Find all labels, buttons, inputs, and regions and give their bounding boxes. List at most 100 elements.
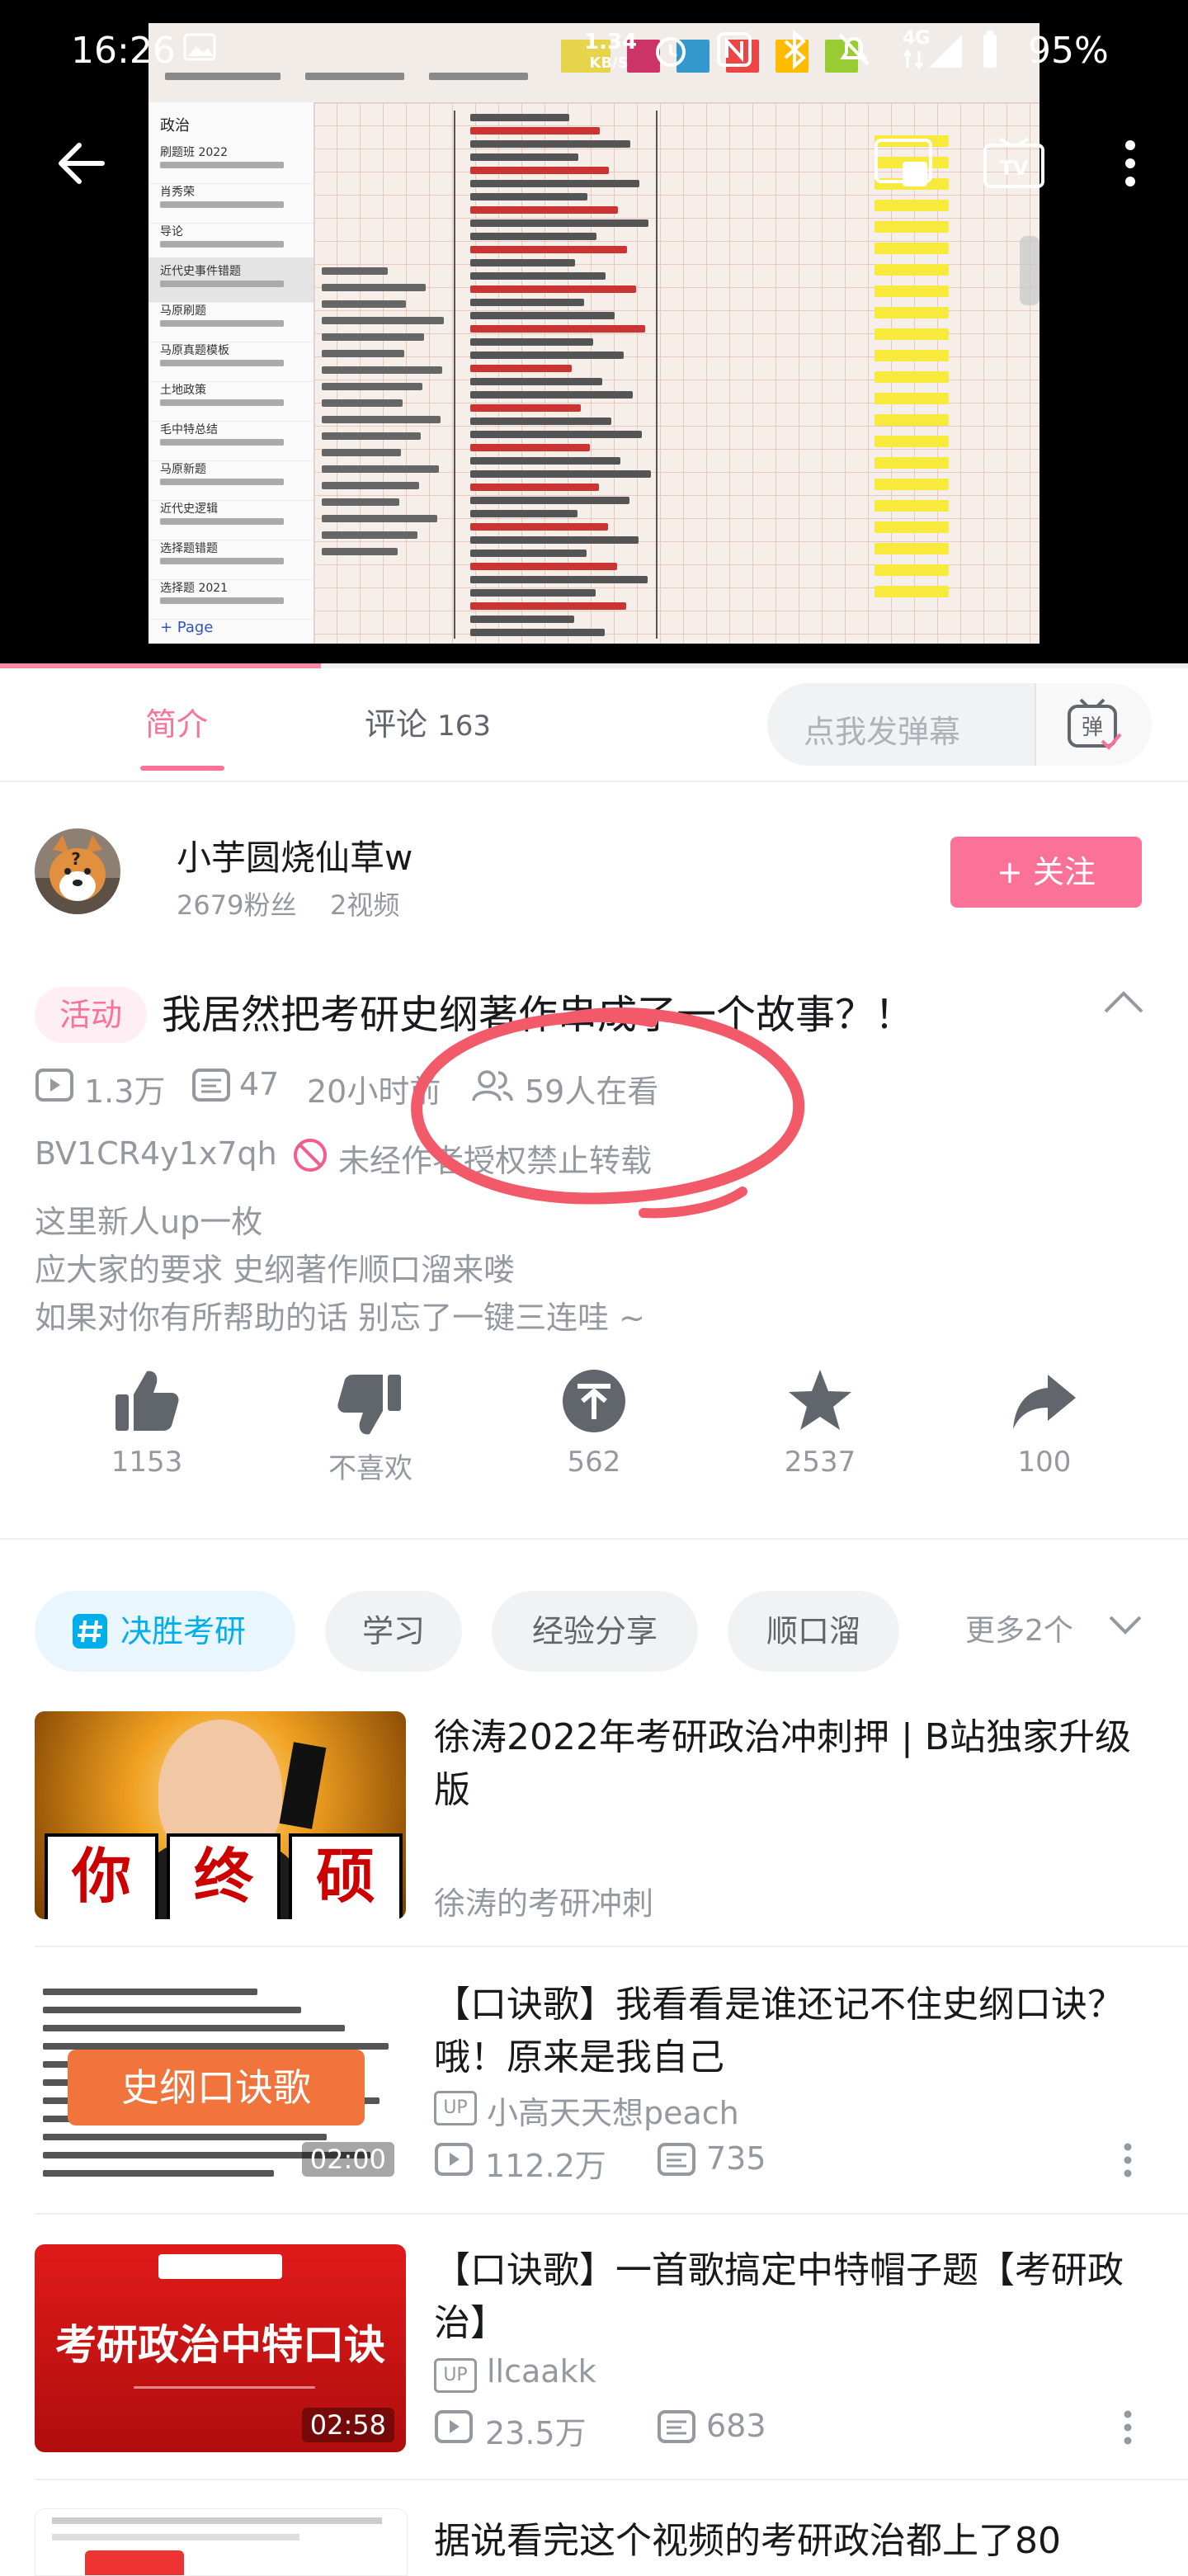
status-time: 16:26 [71,30,176,72]
note-line [470,418,611,425]
note-sidebar-item-preview [160,558,284,564]
note-line [322,399,403,407]
tags-more[interactable]: 更多2个 [965,1591,1073,1672]
rec-thumbnail[interactable]: 考研政治中特口诀 02:58 [35,2244,406,2452]
note-line [470,497,629,504]
chevron-down-icon[interactable] [1107,1614,1143,1637]
tag-item[interactable]: 学习 [325,1591,462,1672]
tag-item[interactable]: 顺口溜 [728,1591,899,1672]
danmaku-count-icon [658,2410,695,2443]
desc-line: 应大家的要求 史纲著作顺口溜来喽 [35,1252,516,1288]
note-line [322,333,424,341]
note-line [470,325,645,333]
rec-title[interactable]: 【口诀歌】我看看是谁还记不住史纲口诀？哦！原来是我自己 [434,1979,1160,2084]
thumb-text: 史纲口诀歌 [68,2050,365,2125]
follow-button[interactable]: + 关注 [950,837,1142,908]
note-line [470,180,639,187]
note-line [470,602,626,610]
tag-primary-label: 决胜考研 [120,1613,247,1649]
note-highlight [874,243,949,254]
tag-item[interactable]: 经验分享 [492,1591,698,1672]
rec-title[interactable]: 据说看完这个视频的考研政治都上了80 [434,2515,1160,2568]
desc-line: 如果对你有所帮助的话 别忘了一键三连哇 ~ [35,1300,645,1336]
note-line [322,531,417,539]
danmaku-count: 47 [239,1066,280,1102]
note-line [322,449,401,456]
note-line [470,536,639,544]
rec-title[interactable]: 【口诀歌】一首歌搞定中特帽子题【考研政治】 [434,2244,1160,2350]
danmaku-input[interactable]: 点我发弹幕 弹 [767,683,1152,766]
share-icon[interactable] [1011,1373,1077,1431]
like-icon[interactable] [114,1370,180,1432]
avatar[interactable]: ? [35,828,120,914]
rec-title[interactable]: 徐涛2022年考研政治冲刺押 | B站独家升级版 [434,1711,1160,1817]
favorite-star-icon[interactable] [787,1368,853,1432]
rec-author[interactable]: llcaakk [487,2353,596,2390]
video-player[interactable]: 政治 刷题班 2022 肖秀荣 导论 近代史事件错题 马原刷题 马原真题模板 土地政策 毛中特… [0,0,1188,668]
activity-badge[interactable]: 活动 [35,987,147,1043]
more-vertical-icon[interactable] [1122,2409,1134,2446]
note-line [322,383,422,390]
more-vertical-icon[interactable] [1122,2142,1134,2178]
alarm-icon [656,37,686,67]
danmaku-placeholder: 点我发弹幕 [804,714,961,750]
note-line [470,312,615,319]
note-line [470,616,574,623]
rec-thumbnail[interactable]: 你 终 硕 [35,1711,406,1919]
danmaku-icon: 弹 [1068,698,1122,750]
chevron-up-icon[interactable] [1102,988,1145,1015]
thumb-text-line [43,2043,389,2050]
mini-window-icon[interactable] [873,137,934,190]
note-sidebar-item-label: 导论 [160,225,183,238]
note-line [470,484,599,491]
note-highlight [874,200,949,211]
back-arrow-icon[interactable] [54,139,107,188]
note-line [470,510,578,517]
note-line [470,378,602,385]
thumb-text-line [43,1989,257,1995]
thumb-text-line [43,2170,274,2177]
danmaku-count-icon [658,2143,695,2176]
note-sidebar-item: 土地政策 [148,376,314,422]
section-divider [0,1538,1188,1540]
play-count-icon [35,1069,73,1102]
uploader-name[interactable]: 小芋圆烧仙草w [177,830,412,880]
rec-author[interactable]: 小高天天想peach [487,2088,739,2133]
note-line [322,498,399,506]
rec-views: 23.5万 [485,2415,587,2451]
note-highlight [874,328,949,340]
tv-cast-icon[interactable]: TV [982,137,1046,190]
side-handle[interactable] [1020,236,1040,305]
danmaku-toggle-button[interactable]: 弹 [1035,683,1152,766]
no-repost-icon [294,1139,327,1172]
note-line [470,338,593,346]
tab-comments[interactable]: 评论 163 [365,668,491,781]
tab-indicator [140,766,224,771]
up-badge: UP [434,2358,477,2393]
note-sidebar-item: 马原真题模板 [148,337,314,382]
note-line [470,576,648,583]
note-highlight [874,264,949,276]
note-line [470,391,633,399]
video-frame: 政治 刷题班 2022 肖秀荣 导论 近代史事件错题 马原刷题 马原真题模板 土地政策 毛中特… [148,23,1040,644]
note-sidebar-item: 马原刷题 [148,297,314,342]
rec-views: 112.2万 [485,2148,606,2184]
more-vertical-icon[interactable] [1122,137,1138,190]
rec-thumbnail[interactable] [35,2508,408,2576]
battery-level: 95% [1028,30,1109,72]
dislike-icon[interactable] [337,1373,403,1436]
thumb-text: 考研政治中特口诀 [55,2320,385,2369]
svg-text:弹: 弹 [1082,715,1103,740]
note-sidebar-item-label: 马原刷题 [160,304,206,318]
rec-thumbnail[interactable]: 史纲口诀歌 02:00 [35,1979,406,2187]
play-count-icon [435,2143,473,2176]
rec-author[interactable]: 徐涛的考研冲刺 [434,1878,653,1923]
note-line [322,432,421,440]
note-line [470,167,609,174]
tab-intro[interactable]: 简介 [145,668,208,781]
coin-icon[interactable] [561,1368,627,1434]
note-highlight [874,543,949,554]
bvid: BV1CR4y1x7qh [35,1135,277,1172]
tag-primary[interactable]: 决胜考研 [35,1591,295,1672]
note-highlight [874,285,949,297]
